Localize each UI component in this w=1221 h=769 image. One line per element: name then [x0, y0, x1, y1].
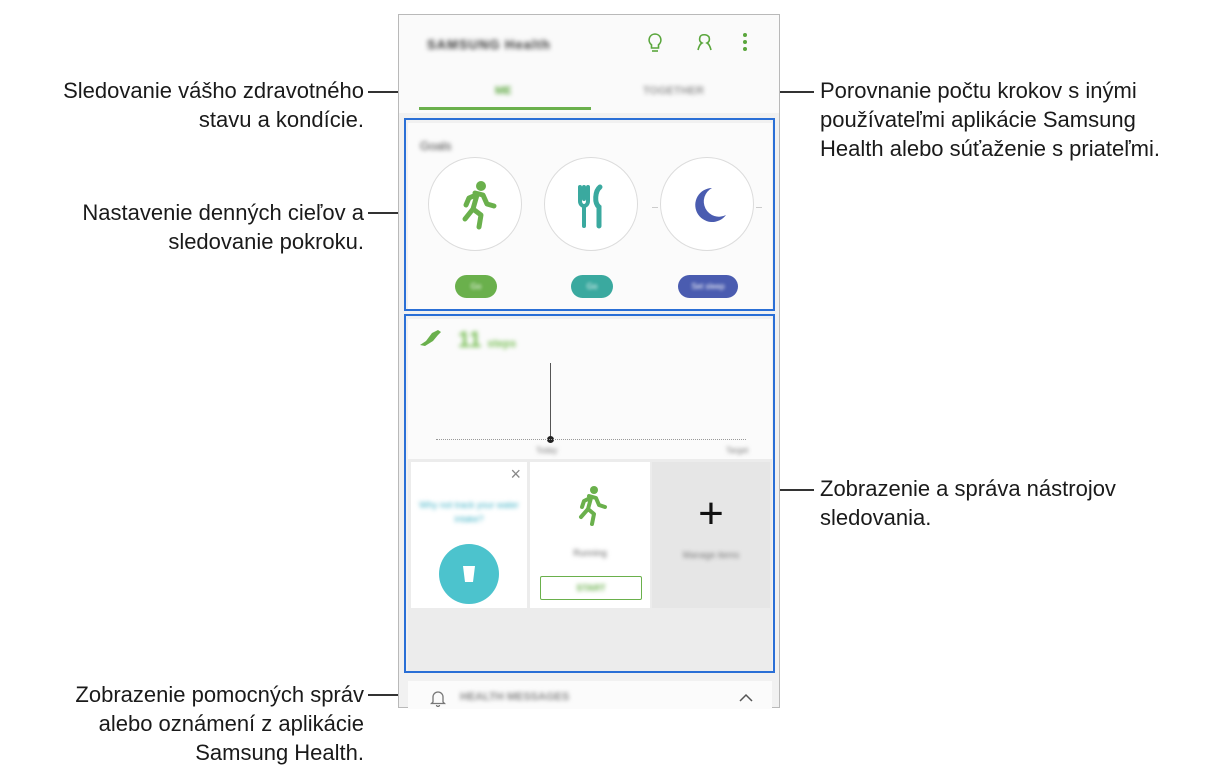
lightbulb-icon[interactable]	[642, 32, 668, 58]
app-bar: SAMSUNG Health	[399, 15, 779, 77]
more-vertical-icon[interactable]	[732, 32, 758, 58]
tab-together[interactable]: TOGETHER	[643, 85, 704, 97]
callout-messages: Zobrazenie pomocných správ alebo oznámen…	[75, 682, 364, 765]
health-messages-bar[interactable]: HEALTH MESSAGES	[408, 681, 772, 709]
callout-together-tab: Porovnanie počtu krokov s inými používat…	[820, 78, 1160, 161]
chevron-up-icon[interactable]	[738, 693, 754, 703]
highlight-goals	[404, 118, 775, 311]
callout-line-trackers	[774, 489, 814, 491]
callout-trackers: Zobrazenie a správa nástrojov sledovania…	[820, 476, 1116, 530]
app-logo: SAMSUNG Health	[427, 37, 551, 52]
bell-icon	[430, 691, 446, 707]
callout-me-tab: Sledovanie vášho zdravotného stavu a kon…	[63, 78, 364, 132]
highlight-trackers	[404, 314, 775, 673]
together-icon[interactable]	[692, 32, 718, 58]
tab-me[interactable]: ME	[495, 85, 512, 97]
tab-indicator	[419, 107, 591, 110]
callout-goals: Nastavenie denných cieľov a sledovanie p…	[82, 200, 364, 254]
health-messages-label: HEALTH MESSAGES	[460, 691, 570, 703]
